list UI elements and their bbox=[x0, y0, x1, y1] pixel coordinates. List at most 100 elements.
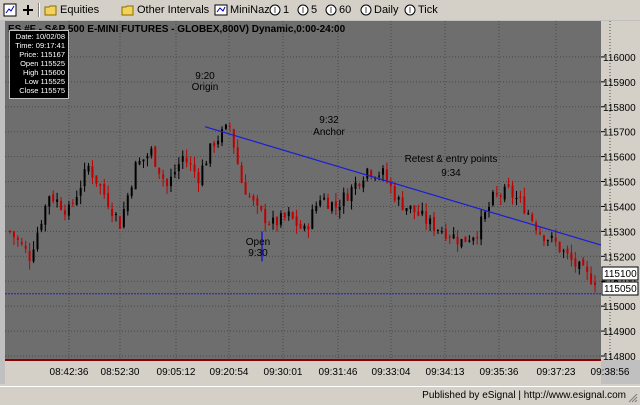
candle-body bbox=[103, 184, 106, 195]
svg-text:I: I bbox=[302, 6, 304, 15]
info-time: Time: 09:17:41 bbox=[15, 41, 65, 50]
x-tick-label: 09:31:46 bbox=[319, 367, 358, 378]
y-tick-label: 114800 bbox=[603, 352, 636, 363]
chart-link-icon bbox=[214, 4, 228, 16]
interval-icon: I bbox=[269, 4, 281, 16]
candle-body bbox=[264, 208, 267, 224]
price-chart[interactable]: 116000 115900 115800 115700 115600 115500 1154… bbox=[0, 20, 640, 384]
folder-icon bbox=[44, 5, 57, 16]
candle-body bbox=[256, 198, 259, 206]
candle-body bbox=[181, 155, 184, 162]
candle-body bbox=[409, 205, 412, 209]
candle-body bbox=[519, 196, 522, 198]
candle-body bbox=[150, 148, 153, 156]
candle-body bbox=[594, 282, 596, 286]
candle-body bbox=[539, 232, 542, 234]
candle-body bbox=[311, 209, 314, 229]
candle-body bbox=[295, 216, 298, 226]
svg-text:I: I bbox=[409, 6, 411, 15]
interval-1-button[interactable]: I 1 bbox=[269, 3, 289, 17]
candle-body bbox=[531, 214, 534, 222]
resize-grip-icon[interactable] bbox=[628, 393, 638, 403]
interval-1-label: 1 bbox=[283, 4, 290, 16]
candle-body bbox=[515, 198, 518, 200]
mininaz-button[interactable]: MiniNaz bbox=[214, 3, 270, 17]
candle-body bbox=[354, 182, 357, 189]
candle-body bbox=[350, 187, 353, 202]
x-tick-label: 09:35:36 bbox=[480, 367, 519, 378]
toolbar: Equities Other Intervals MiniNaz I 1 I 5… bbox=[0, 0, 640, 21]
info-high: High 115600 bbox=[23, 68, 65, 77]
candle-body bbox=[107, 193, 110, 208]
candle-body bbox=[452, 234, 455, 239]
x-tick-label: 09:33:04 bbox=[372, 367, 411, 378]
status-bar: Published by eSignal | http://www.esigna… bbox=[0, 386, 640, 405]
candle-body bbox=[115, 214, 118, 216]
candle-body bbox=[28, 250, 31, 262]
candle-body bbox=[558, 241, 561, 252]
candle-body bbox=[189, 163, 192, 165]
interval-daily-button[interactable]: I Daily bbox=[360, 3, 398, 17]
equities-menu[interactable]: Equities bbox=[44, 3, 99, 17]
interval-icon: I bbox=[404, 4, 416, 16]
candle-body bbox=[472, 237, 475, 241]
candle-body bbox=[503, 186, 506, 200]
candle-body bbox=[358, 183, 361, 187]
candle-body bbox=[523, 196, 526, 214]
candle-body bbox=[429, 218, 432, 225]
candle-body bbox=[205, 163, 208, 166]
candle-body bbox=[244, 181, 247, 195]
candle-body bbox=[366, 168, 369, 179]
y-tick-label: 115900 bbox=[603, 78, 636, 89]
y-tick-label: 115500 bbox=[603, 178, 636, 189]
candle-body bbox=[456, 236, 459, 245]
interval-icon: I bbox=[325, 4, 337, 16]
candle-body bbox=[381, 168, 384, 175]
interval-icon: I bbox=[297, 4, 309, 16]
x-tick-label: 09:20:54 bbox=[210, 367, 249, 378]
candle-body bbox=[52, 194, 55, 202]
candle-body bbox=[535, 222, 538, 231]
candle-body bbox=[346, 193, 349, 201]
candle-body bbox=[554, 237, 557, 242]
candle-body bbox=[177, 164, 180, 172]
y-tick-label: 115700 bbox=[603, 128, 636, 139]
candle-body bbox=[484, 212, 487, 219]
other-intervals-menu[interactable]: Other Intervals bbox=[121, 3, 209, 17]
candle-body bbox=[142, 159, 145, 162]
candle-body bbox=[236, 147, 239, 164]
candle-body bbox=[158, 167, 161, 174]
candle-body bbox=[491, 191, 494, 206]
candle-body bbox=[24, 245, 27, 249]
candle-body bbox=[578, 261, 581, 270]
candle-body bbox=[448, 236, 451, 238]
y-tick-label: 115300 bbox=[603, 227, 636, 238]
new-chart-button[interactable] bbox=[3, 3, 19, 17]
interval-tick-button[interactable]: I Tick bbox=[404, 3, 438, 17]
x-tick-label: 09:05:12 bbox=[157, 367, 196, 378]
interval-5-button[interactable]: I 5 bbox=[297, 3, 317, 17]
candle-body bbox=[582, 259, 585, 266]
candle-body bbox=[499, 195, 502, 197]
candle-body bbox=[162, 174, 165, 179]
candle-body bbox=[67, 204, 70, 216]
candle-body bbox=[209, 143, 212, 164]
svg-text:I: I bbox=[365, 6, 367, 15]
candle-body bbox=[252, 195, 255, 201]
candle-body bbox=[118, 216, 121, 229]
interval-60-button[interactable]: I 60 bbox=[325, 3, 351, 17]
y-tick-label: 115400 bbox=[603, 202, 636, 213]
add-button[interactable] bbox=[21, 3, 37, 17]
candle-body bbox=[421, 210, 424, 215]
candle-body bbox=[248, 195, 251, 197]
interval-5-label: 5 bbox=[311, 4, 318, 16]
candle-body bbox=[405, 207, 408, 211]
candle-body bbox=[334, 201, 337, 208]
candle-body bbox=[111, 208, 114, 217]
annotation-line2: Anchor bbox=[313, 127, 345, 138]
price-badge-label: 115050 bbox=[604, 284, 637, 295]
candle-body bbox=[378, 175, 381, 177]
interval-daily-label: Daily bbox=[374, 4, 399, 16]
candle-body bbox=[9, 231, 11, 233]
svg-text:I: I bbox=[330, 6, 332, 15]
